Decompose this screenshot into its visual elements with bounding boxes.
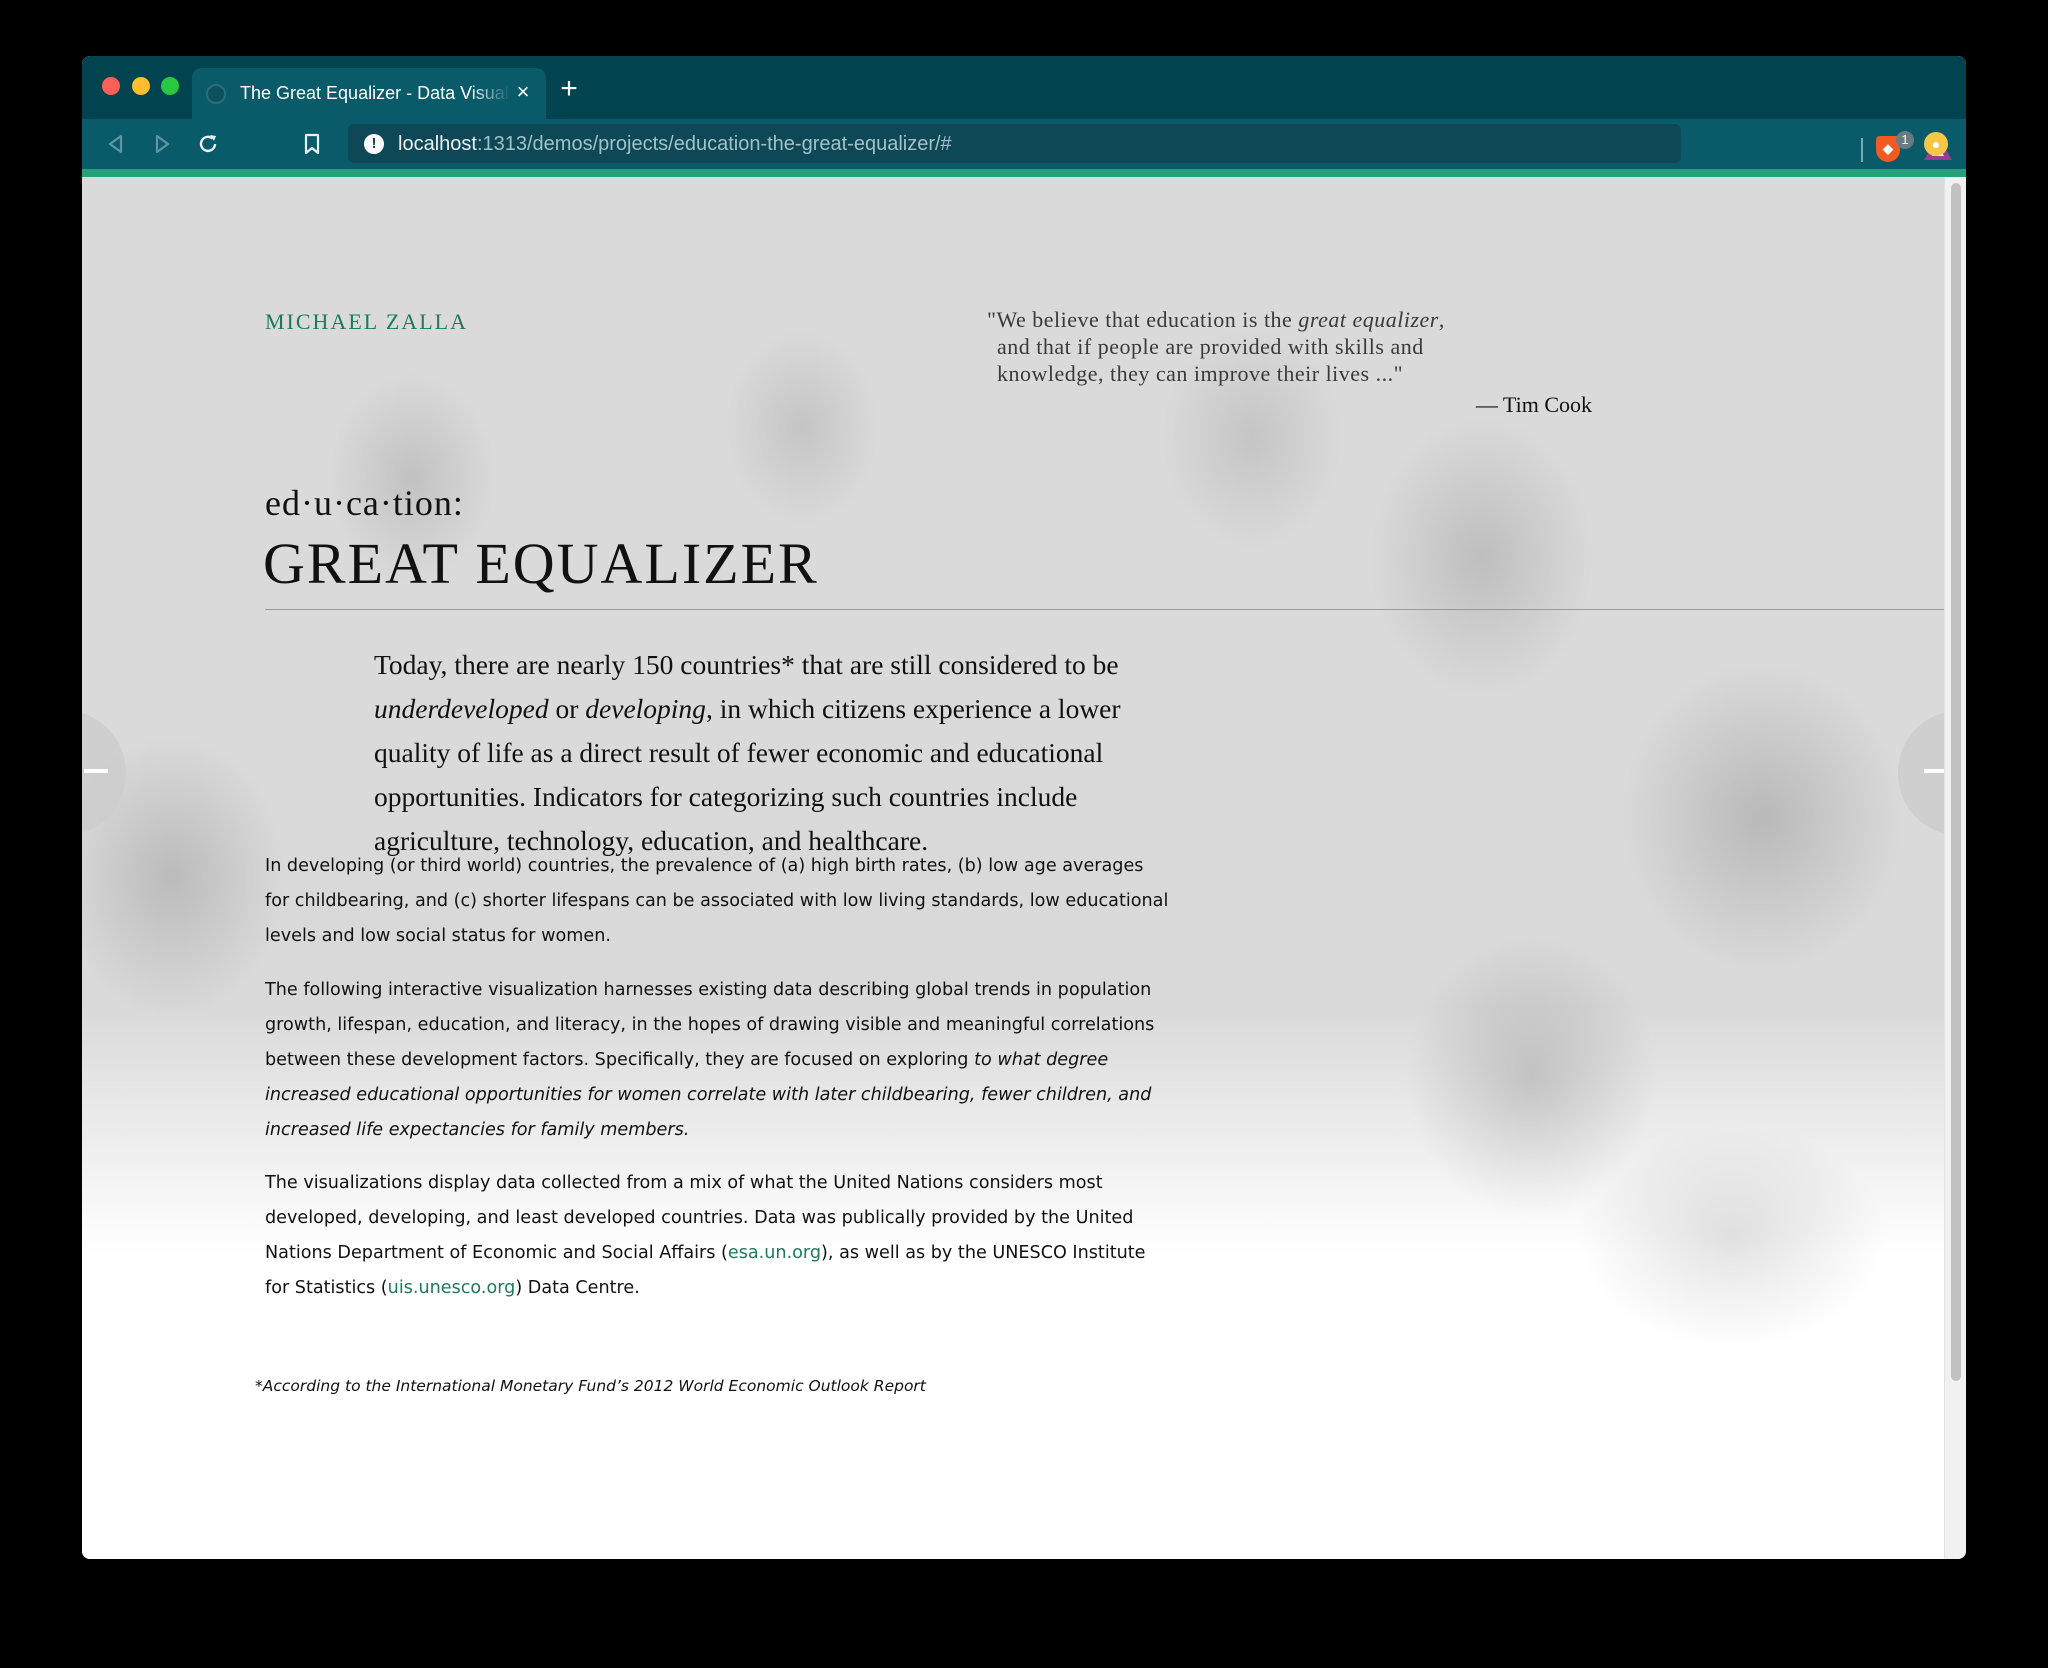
lede-line: Today, there are nearly 150 countries* t… bbox=[374, 649, 1119, 680]
new-tab-button[interactable]: + bbox=[554, 74, 584, 104]
minimize-window-button[interactable] bbox=[132, 77, 150, 95]
reload-icon[interactable] bbox=[192, 128, 224, 160]
paragraph-emphasis: to what degree bbox=[974, 1050, 1109, 1070]
tab-title: The Great Equalizer - Data Visualization bbox=[240, 83, 510, 103]
paragraph-line: levels and low social status for women. bbox=[265, 926, 611, 946]
url-host: localhost bbox=[398, 133, 477, 155]
paragraph-emphasis: increased life expectancies for family m… bbox=[265, 1120, 690, 1140]
body-paragraph-2: The following interactive visualization … bbox=[265, 973, 1265, 1148]
quote-block: "We believe that education is the great … bbox=[987, 306, 1507, 387]
lede-paragraph: Today, there are nearly 150 countries* t… bbox=[374, 643, 1254, 863]
lede-emphasis: underdeveloped bbox=[374, 693, 549, 724]
tab-close-icon[interactable]: × bbox=[510, 79, 536, 105]
minus-icon bbox=[84, 769, 108, 773]
extension-icon[interactable]: ● bbox=[1924, 132, 1948, 156]
browser-window: The Great Equalizer - Data Visualization… bbox=[82, 56, 1966, 1559]
tab-strip: The Great Equalizer - Data Visualization… bbox=[82, 56, 1966, 119]
url-path: :1313/demos/projects/education-the-great… bbox=[476, 133, 952, 155]
paragraph-line: The following interactive visualization … bbox=[265, 980, 1152, 1000]
paragraph-emphasis: increased educational opportunities for … bbox=[265, 1085, 1152, 1105]
back-icon[interactable] bbox=[100, 128, 132, 160]
unesco-link[interactable]: uis.unesco.org bbox=[388, 1278, 516, 1298]
site-info-icon[interactable]: ! bbox=[364, 134, 384, 154]
page-title: GREAT EQUALIZER bbox=[263, 531, 819, 596]
scrollbar-thumb[interactable] bbox=[1951, 183, 1961, 1381]
vertical-scrollbar[interactable] bbox=[1944, 177, 1966, 1559]
lede-line: opportunities. Indicators for categorizi… bbox=[374, 781, 1078, 812]
paragraph-line: increased life expectancies for family m… bbox=[265, 1113, 1265, 1148]
quote-attribution: — Tim Cook bbox=[1475, 392, 1592, 417]
url-text[interactable]: localhost:1313/demos/projects/education-… bbox=[398, 133, 952, 156]
address-bar[interactable]: ! localhost:1313/demos/projects/educatio… bbox=[348, 124, 1952, 163]
paragraph-line: for Statistics (uis.unesco.org) Data Cen… bbox=[265, 1271, 1265, 1306]
paragraph-line: between these development factors. Speci… bbox=[265, 1043, 1265, 1078]
paragraph-text: Nations Department of Economic and Socia… bbox=[265, 1243, 728, 1263]
quote-line: knowledge, they can improve their lives … bbox=[997, 361, 1404, 386]
close-window-button[interactable] bbox=[102, 77, 120, 95]
title-divider bbox=[265, 609, 1944, 610]
quote-emphasis: great equalizer bbox=[1298, 307, 1439, 332]
paragraph-text: for Statistics ( bbox=[265, 1278, 388, 1298]
paragraph-line: for childbearing, and (c) shorter lifesp… bbox=[265, 891, 1169, 911]
author-name[interactable]: MICHAEL ZALLA bbox=[265, 309, 468, 335]
zoom-window-button[interactable] bbox=[161, 77, 179, 95]
paragraph-text: ), as well as by the UNESCO Institute bbox=[821, 1243, 1146, 1263]
paragraph-text: between these development factors. Speci… bbox=[265, 1050, 975, 1070]
quote-text: "We believe that education is the bbox=[987, 307, 1299, 332]
quote-line: and that if people are provided with ski… bbox=[997, 334, 1424, 359]
shields-count-badge: 1 bbox=[1896, 131, 1914, 149]
body-paragraph-3: The visualizations display data collecte… bbox=[265, 1166, 1265, 1306]
address-separator bbox=[1861, 138, 1863, 162]
lede-line: quality of life as a direct result of fe… bbox=[374, 737, 1104, 768]
paragraph-text: ) Data Centre. bbox=[515, 1278, 640, 1298]
paragraph-line: The visualizations display data collecte… bbox=[265, 1173, 1103, 1193]
lede-text: , in which citizens experience a lower bbox=[705, 693, 1121, 724]
page-viewport: MICHAEL ZALLA "We believe that education… bbox=[82, 177, 1944, 1559]
forward-icon[interactable] bbox=[146, 128, 178, 160]
page-accent-bar bbox=[82, 169, 1966, 177]
paragraph-line: growth, lifespan, education, and literac… bbox=[265, 1015, 1155, 1035]
toolbar: ! localhost:1313/demos/projects/educatio… bbox=[82, 119, 1966, 169]
paragraph-line: increased educational opportunities for … bbox=[265, 1078, 1265, 1113]
paragraph-line: Nations Department of Economic and Socia… bbox=[265, 1236, 1265, 1271]
esa-link[interactable]: esa.un.org bbox=[728, 1243, 821, 1263]
quote-line: "We believe that education is the great … bbox=[987, 306, 1507, 333]
globe-icon bbox=[206, 84, 226, 104]
bookmark-icon[interactable] bbox=[296, 128, 328, 160]
tab-active[interactable]: The Great Equalizer - Data Visualization… bbox=[192, 68, 546, 119]
phonetic-heading: ed·u·ca·tion: bbox=[265, 483, 464, 523]
quote-text: , bbox=[1438, 307, 1445, 332]
footnote: *According to the International Monetary… bbox=[255, 1377, 926, 1395]
lede-line: underdeveloped or developing, in which c… bbox=[374, 687, 1254, 731]
minus-icon bbox=[1924, 769, 1944, 773]
lede-text: or bbox=[548, 693, 586, 724]
paragraph-line: In developing (or third world) countries… bbox=[265, 856, 1144, 876]
lede-emphasis: developing bbox=[585, 693, 706, 724]
paragraph-line: developed, developing, and least develop… bbox=[265, 1208, 1134, 1228]
body-paragraph-1: In developing (or third world) countries… bbox=[265, 849, 1265, 954]
